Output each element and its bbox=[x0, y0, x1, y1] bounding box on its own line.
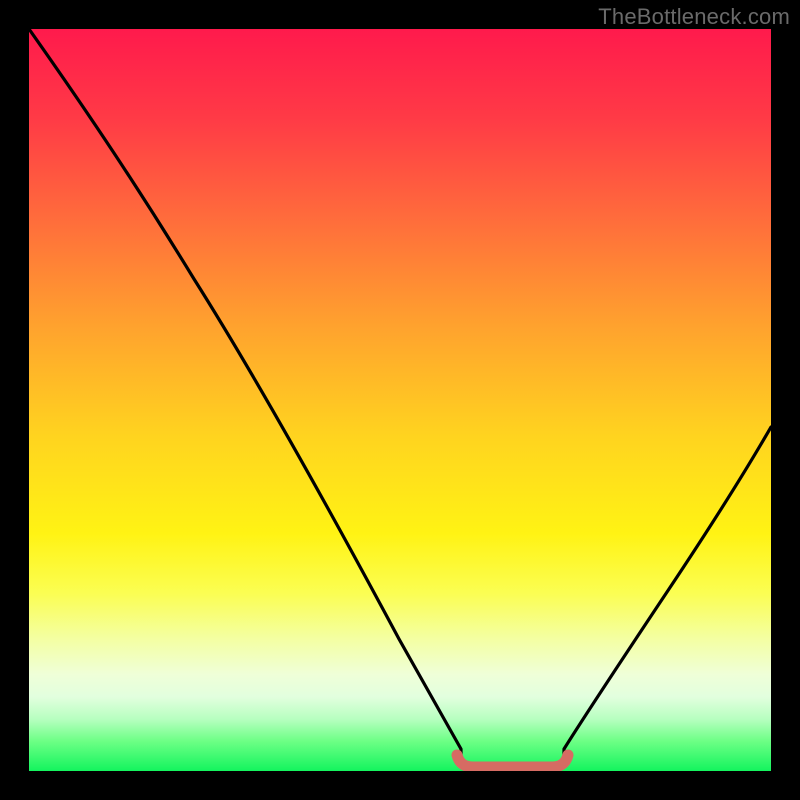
valley-marker bbox=[457, 755, 568, 767]
chart-svg bbox=[29, 29, 771, 771]
chart-frame: TheBottleneck.com bbox=[0, 0, 800, 800]
watermark-text: TheBottleneck.com bbox=[598, 4, 790, 30]
plot-area bbox=[29, 29, 771, 771]
bottleneck-curve bbox=[29, 29, 771, 764]
